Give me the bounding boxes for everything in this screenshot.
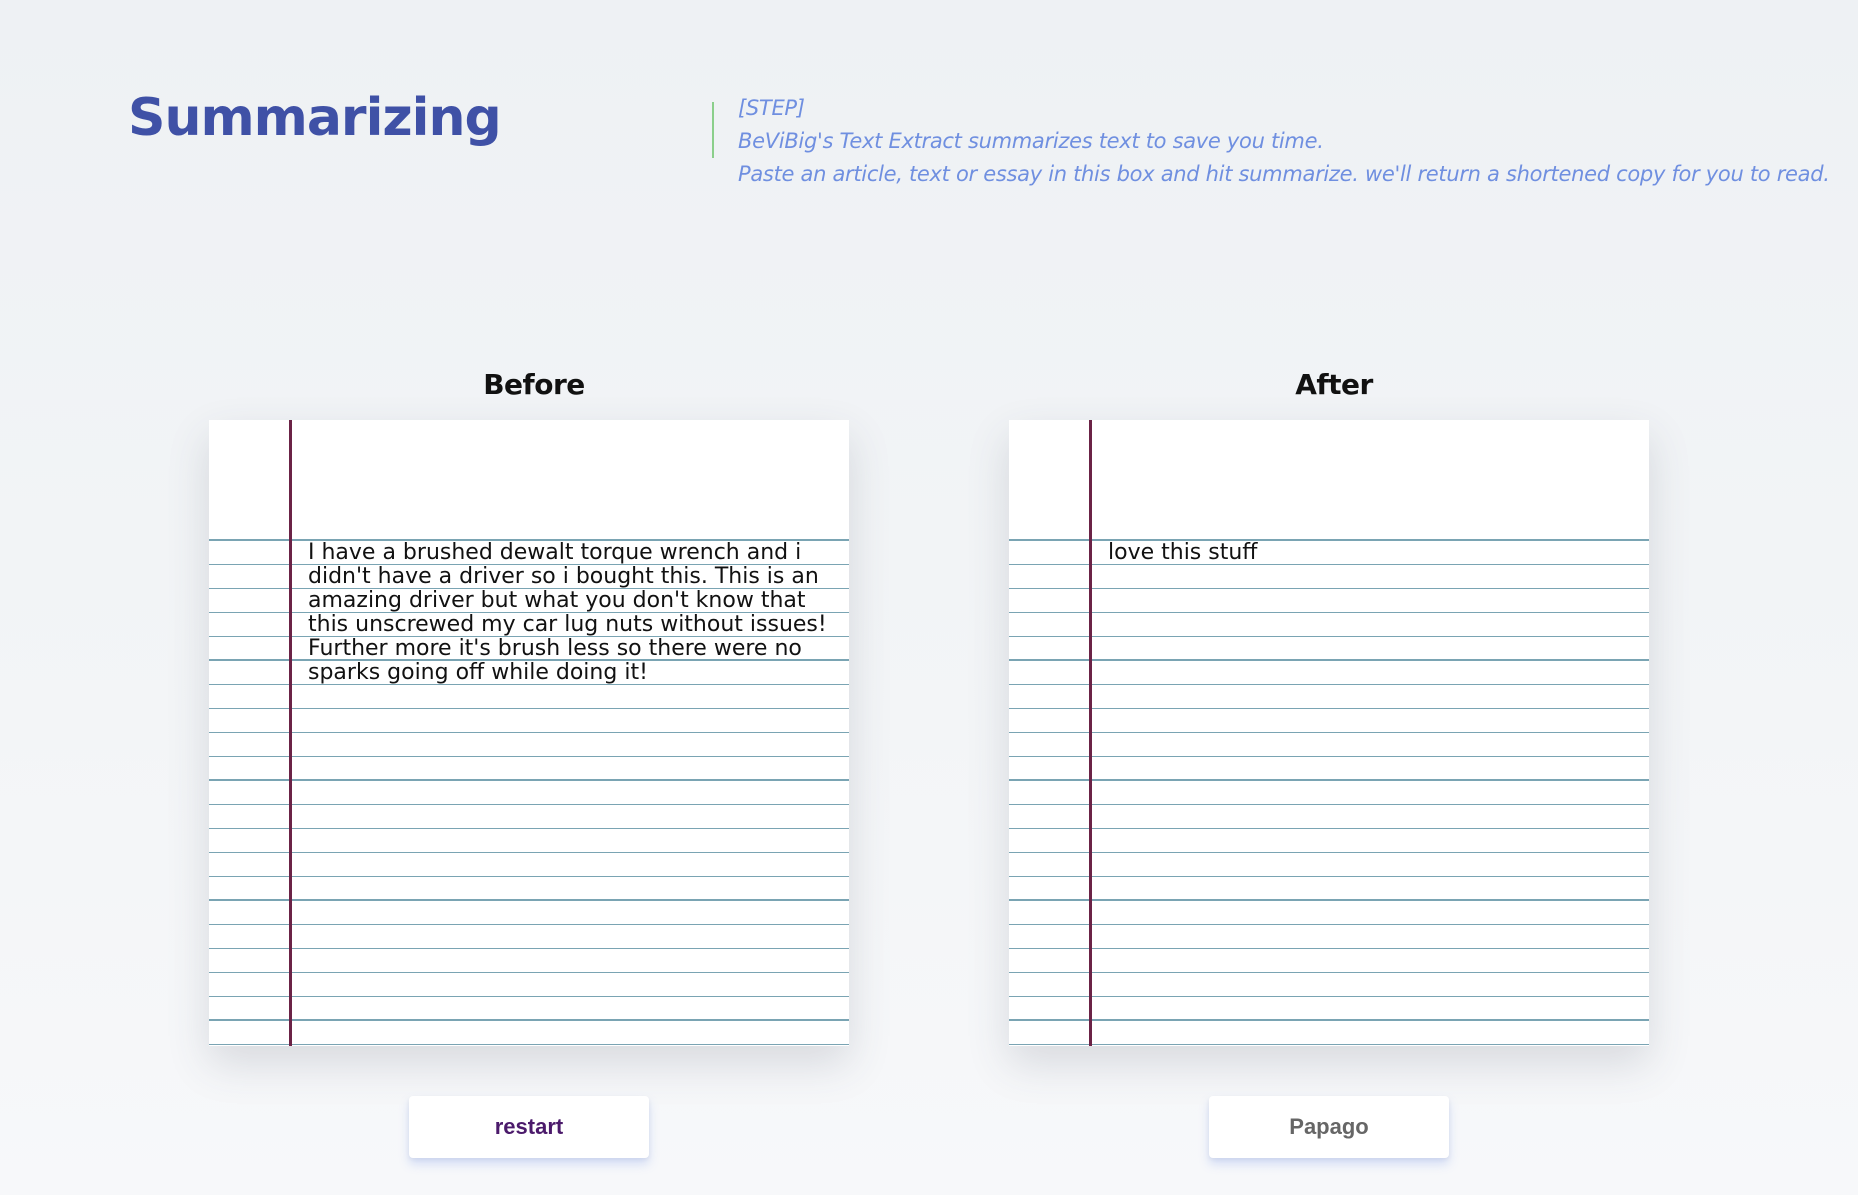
margin-line: [289, 420, 292, 1046]
after-heading: After: [1295, 368, 1373, 401]
page-title: Summarizing: [128, 88, 502, 148]
step-accent-bar: [712, 102, 714, 158]
step-line-1: BeViBig's Text Extract summarizes text t…: [738, 129, 1324, 153]
before-heading: Before: [483, 368, 585, 401]
before-text[interactable]: I have a brushed dewalt torque wrench an…: [308, 541, 838, 685]
restart-button[interactable]: restart: [409, 1096, 649, 1158]
before-textbox[interactable]: I have a brushed dewalt torque wrench an…: [209, 420, 849, 1046]
step-description: [STEP] BeViBig's Text Extract summarizes…: [738, 92, 1830, 191]
step-line-2: Paste an article, text or essay in this …: [738, 162, 1830, 186]
margin-line: [1089, 420, 1092, 1046]
ruled-lines: [1009, 540, 1649, 1046]
papago-button[interactable]: Papago: [1209, 1096, 1449, 1158]
step-tag: [STEP]: [738, 96, 805, 120]
after-textbox[interactable]: love this stuff: [1009, 420, 1649, 1046]
after-text[interactable]: love this stuff: [1108, 541, 1638, 565]
